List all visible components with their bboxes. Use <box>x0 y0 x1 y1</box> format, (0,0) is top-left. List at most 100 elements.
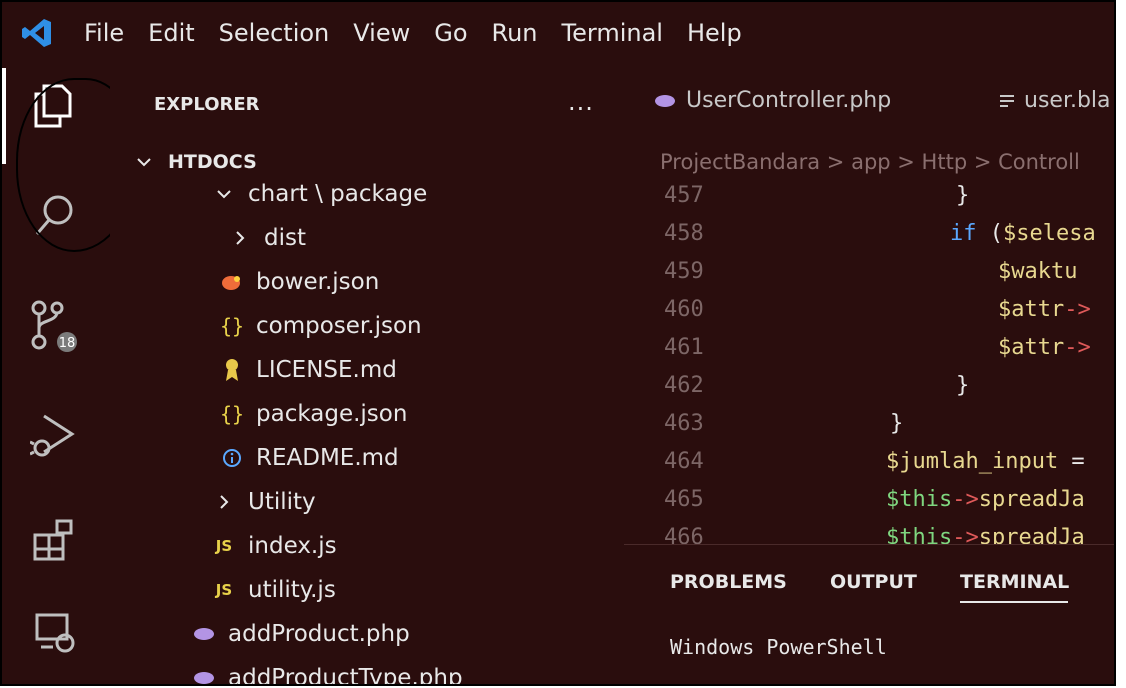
line-number: 461 <box>664 334 704 360</box>
tab-usercontroller[interactable]: UserController.php <box>654 88 891 113</box>
code-text: } <box>956 372 970 398</box>
tree-item-package-json[interactable]: {} package.json <box>218 394 407 434</box>
menu-go[interactable]: Go <box>422 19 479 47</box>
line-number: 459 <box>664 258 704 284</box>
menu-edit[interactable]: Edit <box>136 19 206 47</box>
php-icon <box>190 627 218 641</box>
bottom-panel: PROBLEMS OUTPUT TERMINAL Windows PowerSh… <box>624 544 1114 684</box>
chevron-down-icon <box>210 188 238 200</box>
tab-label: user.bla <box>1024 88 1111 113</box>
folder-label: HTDOCS <box>168 151 257 173</box>
files-icon[interactable] <box>24 76 84 136</box>
json-icon: {} <box>219 402 245 426</box>
js-icon: JS <box>215 537 233 555</box>
js-icon: JS <box>215 581 233 599</box>
code-text: $jumlah_input = <box>886 448 1085 474</box>
source-control-badge: 18 <box>59 336 76 351</box>
tree-item-label: Utility <box>248 489 316 515</box>
tree-item-utility[interactable]: Utility <box>210 482 316 522</box>
tab-terminal[interactable]: TERMINAL <box>960 571 1069 593</box>
php-icon <box>654 94 676 108</box>
tree-item-label: package.json <box>256 401 408 427</box>
active-tab-underline <box>960 601 1068 603</box>
search-icon[interactable] <box>24 186 84 246</box>
tree-item-label: bower.json <box>256 269 380 295</box>
code-line: 462 } <box>624 366 1114 404</box>
menu-selection[interactable]: Selection <box>207 19 342 47</box>
code-text: } <box>956 182 970 208</box>
breadcrumb[interactable]: ProjectBandara > app > Http > Controll <box>660 150 1080 174</box>
code-text: $attr-> <box>998 296 1091 322</box>
info-icon <box>218 448 246 468</box>
code-text: $this->spreadJa <box>886 486 1085 512</box>
tree-item-label: README.md <box>256 445 399 471</box>
tree-item-addproducttype-php[interactable]: addProductType.php <box>190 658 463 684</box>
activity-bar: 18 <box>2 64 138 684</box>
code-line: 465 $this->spreadJa <box>624 480 1114 518</box>
remote-explorer-icon[interactable] <box>24 602 84 662</box>
tree-item-label: index.js <box>248 533 337 559</box>
menu-file[interactable]: File <box>72 19 136 47</box>
line-number: 458 <box>664 220 704 246</box>
code-text: } <box>890 410 904 436</box>
menu-bar: File Edit Selection View Go Run Terminal… <box>2 2 1114 64</box>
tree-item-label: dist <box>264 225 306 251</box>
tree-item-label: chart \ package <box>248 181 428 207</box>
code-line: 460 $attr-> <box>624 290 1114 328</box>
tree-item-index-js[interactable]: JS index.js <box>210 526 337 566</box>
tree-item-label: addProduct.php <box>228 621 410 647</box>
bower-icon <box>218 273 246 291</box>
tree-item-addproduct-php[interactable]: addProduct.php <box>190 614 410 654</box>
tree-item-label: composer.json <box>256 313 422 339</box>
vscode-window: File Edit Selection View Go Run Terminal… <box>0 0 1116 686</box>
code-text: $attr-> <box>998 334 1091 360</box>
json-icon: {} <box>219 314 245 338</box>
menu-run[interactable]: Run <box>480 19 550 47</box>
menu-view[interactable]: View <box>341 19 422 47</box>
line-number: 465 <box>664 486 704 512</box>
tab-label: UserController.php <box>686 88 892 113</box>
menu-terminal[interactable]: Terminal <box>550 19 675 47</box>
chevron-right-icon <box>226 230 254 246</box>
code-line: 461 $attr-> <box>624 328 1114 366</box>
line-number: 457 <box>664 182 704 208</box>
chevron-down-icon <box>130 156 158 168</box>
tree-item-bower-json[interactable]: bower.json <box>218 262 379 302</box>
code-line: 459 $waktu <box>624 252 1114 290</box>
tab-user-blade[interactable]: user.bla <box>998 88 1111 113</box>
vscode-logo-icon <box>2 16 72 50</box>
tree-item-chart-package[interactable]: chart \ package <box>210 174 427 214</box>
php-icon <box>190 671 218 684</box>
line-number: 460 <box>664 296 704 322</box>
tab-problems[interactable]: PROBLEMS <box>670 571 787 593</box>
menu-help[interactable]: Help <box>675 19 754 47</box>
code-line: 458 if ($selesa <box>624 214 1114 252</box>
code-line: 463 } <box>624 404 1114 442</box>
editor-tabs: UserController.php user.bla <box>624 64 1114 146</box>
code-line: 464 $jumlah_input = <box>624 442 1114 480</box>
code-text: if ($selesa <box>950 220 1096 246</box>
explorer-title: EXPLORER <box>154 94 260 115</box>
tree-item-composer-json[interactable]: {} composer.json <box>218 306 422 346</box>
tree-item-label: LICENSE.md <box>256 357 397 383</box>
tree-item-license-md[interactable]: LICENSE.md <box>218 350 397 390</box>
menu-lines-icon <box>998 93 1016 109</box>
terminal-output[interactable]: Windows PowerShell <box>670 635 887 659</box>
tree-item-utility-js[interactable]: JS utility.js <box>210 570 336 610</box>
more-actions-button[interactable]: ... <box>568 88 594 116</box>
source-control-icon[interactable]: 18 <box>24 296 84 356</box>
chevron-right-icon <box>210 494 238 510</box>
license-icon <box>218 358 246 382</box>
line-number: 464 <box>664 448 704 474</box>
line-number: 463 <box>664 410 704 436</box>
tab-output[interactable]: OUTPUT <box>830 571 917 593</box>
run-debug-icon[interactable] <box>24 406 84 466</box>
editor-area: UserController.php user.bla ProjectBanda… <box>624 64 1114 684</box>
active-indicator <box>2 68 6 164</box>
line-number: 462 <box>664 372 704 398</box>
tree-item-dist[interactable]: dist <box>226 218 306 258</box>
explorer-sidebar: EXPLORER ... HTDOCS chart \ package dist <box>110 64 624 684</box>
extensions-icon[interactable] <box>24 510 84 570</box>
tree-item-label: utility.js <box>248 577 336 603</box>
tree-item-readme-md[interactable]: README.md <box>218 438 399 478</box>
